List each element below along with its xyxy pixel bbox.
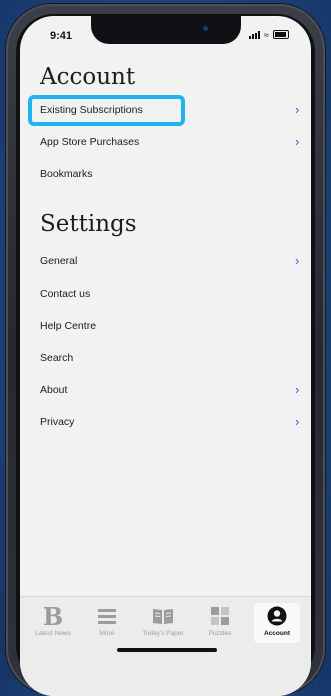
- wifi-icon: ≈: [264, 29, 269, 40]
- highlight-box: [28, 95, 185, 126]
- chevron-right-icon: ›: [295, 253, 300, 268]
- account-heading: Account: [40, 64, 136, 90]
- chevron-right-icon: ›: [295, 102, 300, 117]
- settings-heading: Settings: [40, 211, 137, 237]
- tab-more[interactable]: More: [84, 603, 130, 637]
- contact-us-row[interactable]: Contact us: [20, 280, 311, 308]
- general-row[interactable]: General ›: [20, 247, 311, 275]
- tab-latest-news[interactable]: B Latest News: [30, 601, 76, 638]
- tab-bar: B Latest News More Today's Paper Puzzles…: [20, 596, 311, 696]
- row-label: Search: [40, 352, 74, 364]
- battery-icon: [273, 30, 289, 39]
- about-row[interactable]: About ›: [20, 376, 311, 404]
- signal-icon: [249, 30, 261, 39]
- status-time: 9:41: [50, 30, 73, 42]
- row-label: Bookmarks: [40, 168, 93, 180]
- tab-puzzles[interactable]: Puzzles: [197, 603, 243, 637]
- user-circle-icon: [254, 603, 300, 629]
- hamburger-menu-icon: [84, 603, 130, 629]
- row-label: Contact us: [40, 288, 91, 300]
- tab-label: Puzzles: [208, 630, 232, 637]
- puzzle-grid-icon: [197, 603, 243, 629]
- notch: [91, 16, 241, 44]
- tab-account[interactable]: Account: [254, 603, 300, 643]
- tab-label: Latest News: [35, 630, 71, 637]
- privacy-row[interactable]: Privacy ›: [20, 408, 311, 436]
- row-label: General: [40, 255, 78, 267]
- row-label: About: [40, 384, 68, 396]
- tab-label: Today's Paper: [142, 630, 184, 637]
- row-label: App Store Purchases: [40, 136, 140, 148]
- row-label: Privacy: [40, 416, 75, 428]
- chevron-right-icon: ›: [295, 134, 300, 149]
- search-row[interactable]: Search: [20, 344, 311, 372]
- app-store-purchases-row[interactable]: App Store Purchases ›: [20, 128, 311, 156]
- open-book-icon: [140, 603, 186, 629]
- status-icons: ≈: [249, 30, 289, 39]
- phone-screen: 9:41 ≈ Account Existing Subscriptions › …: [20, 16, 311, 696]
- row-label: Help Centre: [40, 320, 97, 332]
- tab-label: Account: [264, 630, 290, 637]
- camera-icon: [203, 26, 208, 31]
- home-indicator: [117, 648, 217, 652]
- tab-todays-paper[interactable]: Today's Paper: [140, 603, 186, 637]
- bookmarks-row[interactable]: Bookmarks: [20, 160, 311, 188]
- help-centre-row[interactable]: Help Centre: [20, 312, 311, 340]
- chevron-right-icon: ›: [295, 382, 300, 397]
- tab-label: More: [99, 630, 115, 637]
- chevron-right-icon: ›: [295, 414, 300, 429]
- b-logo-icon: B: [42, 601, 64, 631]
